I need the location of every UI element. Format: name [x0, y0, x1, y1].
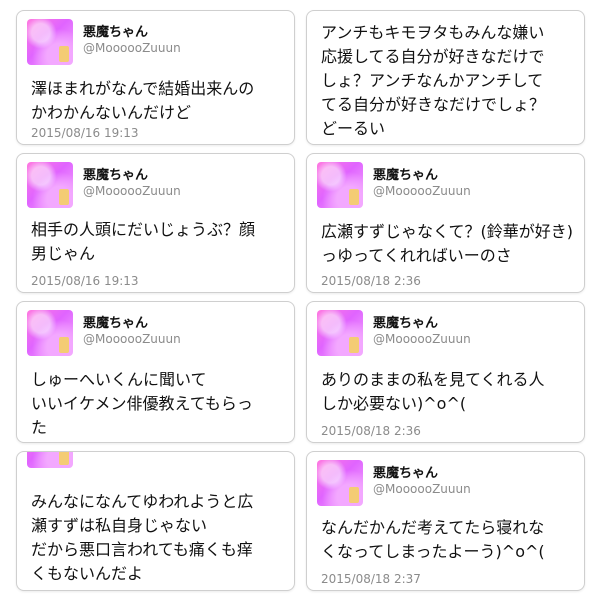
tweet-card[interactable]: 悪魔ちゃん @MoooooZuuun 相手の人頭にだいじょうぶ？顔 男じゃん 2… [16, 153, 295, 293]
tweet-card[interactable]: 悪魔ちゃん @MoooooZuuun しゅーへいくんに聞いて いいイケメン俳優教… [16, 301, 295, 443]
display-name[interactable]: 悪魔ちゃん [373, 462, 438, 481]
user-handle[interactable]: @MoooooZuuun [83, 332, 181, 346]
tweet-screenshot-grid: 悪魔ちゃん @MoooooZuuun 澤ほまれがなんで結婚出来んの かわかんない… [0, 0, 597, 615]
avatar[interactable] [27, 19, 73, 65]
tweet-text: みんなになんてゆわれようと広 瀬すずは私自身じゃない だから悪口言われても痛くも… [31, 492, 254, 583]
avatar[interactable] [27, 162, 73, 208]
tweet-card[interactable]: みんなになんてゆわれようと広 瀬すずは私自身じゃない だから悪口言われても痛くも… [16, 451, 295, 591]
tweet-text: 澤ほまれがなんで結婚出来んの かわかんないんだけど [31, 79, 255, 122]
tweet-card[interactable]: 悪魔ちゃん @MoooooZuuun なんだかんだ考えてたら寝れな くなってしま… [306, 451, 585, 591]
avatar[interactable] [317, 460, 363, 506]
tweet-timestamp: 2015/08/16 19:13 [31, 274, 139, 288]
tweet-card[interactable]: 悪魔ちゃん @MoooooZuuun 広瀬すずじゃなくて？(鈴華が好き)っゆって… [306, 153, 585, 293]
tweet-text: アンチもキモヲタもみんな嫌い 応援してる自分が好きなだけで しょ？アンチなんかア… [321, 23, 546, 138]
tweet-timestamp: 2015/08/16 19:13 [31, 126, 139, 140]
user-handle[interactable]: @MoooooZuuun [83, 184, 181, 198]
tweet-card[interactable]: 悪魔ちゃん @MoooooZuuun ありのままの私を見てくれる人 しか必要ない… [306, 301, 585, 443]
user-handle[interactable]: @MoooooZuuun [83, 41, 181, 55]
tweet-timestamp: 2015/08/18 2:37 [321, 572, 421, 586]
avatar[interactable] [317, 162, 363, 208]
avatar[interactable] [27, 310, 73, 356]
avatar[interactable] [27, 452, 73, 468]
display-name[interactable]: 悪魔ちゃん [373, 312, 438, 331]
user-handle[interactable]: @MoooooZuuun [373, 332, 471, 346]
tweet-text: なんだかんだ考えてたら寝れな くなってしまったよーう)^o^( [321, 518, 545, 561]
display-name[interactable]: 悪魔ちゃん [83, 164, 148, 183]
tweet-text: ありのままの私を見てくれる人 しか必要ない)^o^( [321, 370, 545, 413]
tweet-text: 広瀬すずじゃなくて？(鈴華が好き)っゆってくれればいーのさ [321, 222, 574, 265]
tweet-card[interactable]: アンチもキモヲタもみんな嫌い 応援してる自分が好きなだけで しょ？アンチなんかア… [306, 10, 585, 145]
display-name[interactable]: 悪魔ちゃん [83, 312, 148, 331]
tweet-card[interactable]: 悪魔ちゃん @MoooooZuuun 澤ほまれがなんで結婚出来んの かわかんない… [16, 10, 295, 145]
tweet-timestamp: 2015/08/18 2:36 [321, 424, 421, 438]
tweet-timestamp: 2015/08/18 2:36 [321, 274, 421, 288]
display-name[interactable]: 悪魔ちゃん [373, 164, 438, 183]
user-handle[interactable]: @MoooooZuuun [373, 482, 471, 496]
tweet-text: 相手の人頭にだいじょうぶ？顔 男じゃん [31, 220, 256, 263]
avatar[interactable] [317, 310, 363, 356]
tweet-text: しゅーへいくんに聞いて いいイケメン俳優教えてもらっ た [31, 370, 253, 437]
user-handle[interactable]: @MoooooZuuun [373, 184, 471, 198]
display-name[interactable]: 悪魔ちゃん [83, 21, 148, 40]
